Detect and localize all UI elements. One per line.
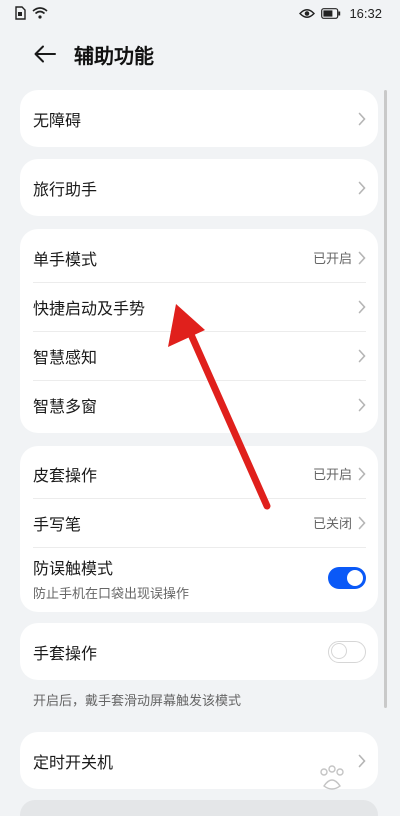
chevron-right-icon	[358, 181, 366, 194]
settings-group-2: 旅行助手	[20, 159, 378, 216]
chevron-right-icon	[358, 516, 366, 529]
row-stylus[interactable]: 手写笔 已关闭	[20, 498, 378, 547]
row-subtitle: 防止手机在口袋出现误操作	[33, 586, 190, 602]
row-label: 防误触模式	[33, 558, 114, 578]
page-title: 辅助功能	[74, 43, 154, 68]
row-anti-mistouch[interactable]: 防误触模式 防止手机在口袋出现误操作	[20, 547, 378, 609]
row-label: 快捷启动及手势	[33, 298, 146, 318]
row-label: 智慧多窗	[33, 396, 98, 416]
row-glove-operation[interactable]: 手套操作	[20, 623, 378, 680]
eye-icon	[299, 8, 316, 18]
chevron-right-icon	[358, 467, 366, 480]
wifi-icon	[32, 7, 48, 19]
back-button[interactable]	[32, 41, 58, 67]
glove-mode-hint: 开启后，戴手套滑动屏幕触发该模式	[33, 694, 242, 709]
row-label: 皮套操作	[33, 465, 98, 485]
toggle-knob	[347, 570, 363, 586]
status-right: 16:32	[299, 6, 382, 21]
app-bar: 辅助功能	[0, 30, 400, 78]
chevron-right-icon	[358, 112, 366, 125]
row-one-handed-mode[interactable]: 单手模式 已开启	[20, 233, 378, 282]
settings-group-1: 无障碍	[20, 90, 378, 147]
chevron-right-icon	[358, 300, 366, 313]
glove-mode-toggle[interactable]	[328, 640, 366, 663]
row-text: 防误触模式 防止手机在口袋出现误操作	[33, 555, 328, 602]
toggle-knob	[331, 643, 347, 659]
chevron-right-icon	[358, 349, 366, 362]
battery-icon	[321, 7, 341, 19]
arrow-left-icon	[34, 45, 56, 63]
settings-group-4: 皮套操作 已开启 手写笔 已关闭 防误触模式 防止手机在口袋出现误操作	[20, 446, 378, 612]
row-accessibility[interactable]: 无障碍	[20, 90, 378, 147]
row-label: 无障碍	[33, 110, 82, 130]
row-travel-assistant[interactable]: 旅行助手	[20, 159, 378, 216]
status-left	[14, 6, 48, 20]
row-status-value: 已开启	[312, 252, 352, 267]
baidu-jingyan-watermark	[284, 764, 398, 814]
row-shortcuts-gestures[interactable]: 快捷启动及手势	[20, 282, 378, 331]
sim-icon	[15, 6, 26, 20]
row-smart-perception[interactable]: 智慧感知	[20, 331, 378, 380]
settings-group-3: 单手模式 已开启 快捷启动及手势 智慧感知 智慧多窗	[20, 229, 378, 433]
row-status-value: 已关闭	[312, 517, 352, 532]
settings-group-5: 手套操作	[20, 623, 378, 680]
status-bar: 16:32	[0, 0, 400, 26]
row-label: 手套操作	[33, 643, 98, 663]
status-time: 16:32	[349, 5, 382, 21]
row-label: 智慧感知	[33, 347, 98, 367]
chevron-right-icon	[358, 398, 366, 411]
scrollbar[interactable]	[384, 90, 387, 708]
paw-logo-icon	[320, 765, 344, 790]
chevron-right-icon	[358, 251, 366, 264]
row-cover-operation[interactable]: 皮套操作 已开启	[20, 449, 378, 498]
row-label: 手写笔	[33, 514, 82, 534]
row-status-value: 已开启	[312, 468, 352, 483]
row-smart-multiwindow[interactable]: 智慧多窗	[20, 380, 378, 429]
anti-mistouch-toggle[interactable]	[328, 567, 366, 589]
row-label: 旅行助手	[33, 179, 98, 199]
row-label: 单手模式	[33, 249, 98, 269]
